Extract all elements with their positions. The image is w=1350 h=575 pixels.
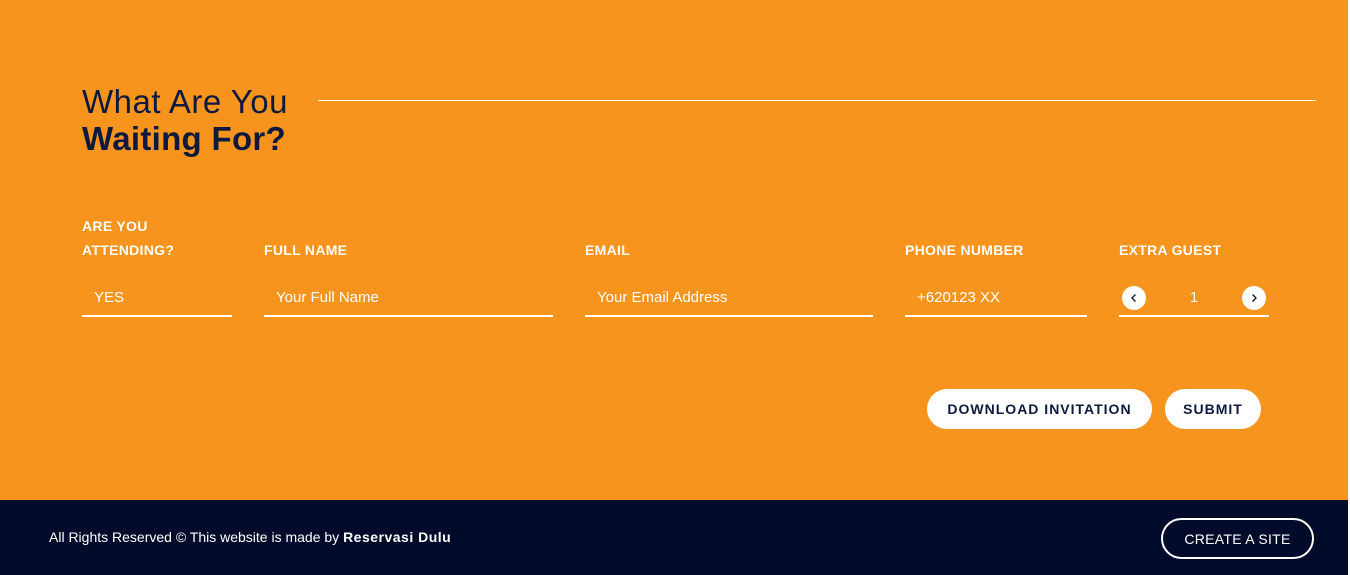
- full-name-label: FULL NAME: [264, 242, 348, 258]
- email-placeholder: Your Email Address: [597, 289, 728, 306]
- heading-line-2: Waiting For?: [82, 120, 287, 157]
- submit-button[interactable]: SUBMIT: [1165, 389, 1261, 429]
- extra-guest-label-box: EXTRA GUEST: [1119, 214, 1269, 262]
- download-invitation-button[interactable]: DOWNLOAD INVITATION: [927, 389, 1152, 429]
- phone-label-box: PHONE NUMBER: [905, 214, 1087, 262]
- full-name-input[interactable]: Your Full Name: [264, 284, 553, 317]
- increment-button[interactable]: [1242, 285, 1266, 310]
- chevron-left-icon: [1131, 293, 1136, 302]
- heading-line-1: What Are You: [82, 83, 288, 120]
- full-name-placeholder: Your Full Name: [276, 289, 379, 306]
- email-input[interactable]: Your Email Address: [585, 284, 873, 317]
- copyright-label: All Rights Reserved © This website is ma…: [49, 529, 340, 545]
- extra-guest-value: 1: [1189, 288, 1199, 306]
- extra-guest-label: EXTRA GUEST: [1119, 242, 1222, 258]
- section-heading: What Are You Waiting For?: [82, 84, 288, 158]
- phone-label: PHONE NUMBER: [905, 242, 1024, 258]
- full-name-label-box: FULL NAME: [264, 214, 553, 262]
- rsvp-section: What Are You Waiting For? ARE YOU ATTEND…: [0, 0, 1350, 500]
- copyright-text: All Rights Reserved © This website is ma…: [49, 527, 451, 547]
- create-site-button[interactable]: CREATE A SITE: [1161, 518, 1314, 559]
- decrement-button[interactable]: [1122, 285, 1146, 310]
- phone-placeholder: +620123 XX: [917, 289, 1000, 306]
- attending-value: YES: [94, 289, 125, 306]
- email-label: EMAIL: [585, 242, 631, 258]
- heading-divider: [318, 100, 1316, 101]
- brand-link[interactable]: Reservasi Dulu: [343, 529, 451, 545]
- phone-input[interactable]: +620123 XX: [905, 284, 1087, 317]
- footer: All Rights Reserved © This website is ma…: [0, 500, 1350, 575]
- email-label-box: EMAIL: [585, 214, 873, 262]
- extra-guest-stepper[interactable]: 1: [1119, 284, 1269, 317]
- attending-select[interactable]: YES: [82, 284, 232, 317]
- attending-label: ARE YOU ATTENDING?: [82, 218, 175, 258]
- attending-label-box: ARE YOU ATTENDING?: [82, 214, 242, 262]
- chevron-right-icon: [1252, 293, 1257, 302]
